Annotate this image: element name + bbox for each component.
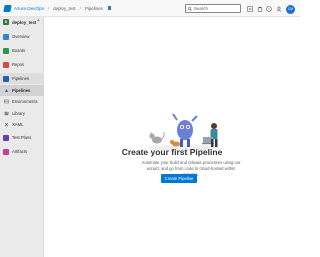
xaml-icon xyxy=(4,122,9,127)
create-pipeline-button[interactable]: Create Pipeline xyxy=(161,174,197,183)
breadcrumb-separator: / xyxy=(47,5,50,11)
test-plans-icon xyxy=(3,134,9,141)
sidebar-item-test-plans[interactable]: Test Plans xyxy=(0,132,44,143)
svg-text:?: ? xyxy=(268,7,270,11)
azure-devops-logo-icon[interactable] xyxy=(3,4,12,12)
sidebar-item-label: Test Plans xyxy=(12,135,32,140)
sidebar-item-label: Repos xyxy=(12,62,25,67)
sidebar-item-pipelines[interactable]: Pipelines xyxy=(0,73,44,84)
sidebar-item-label: XAML xyxy=(12,122,24,127)
sidebar-item-boards[interactable]: Boards xyxy=(0,45,44,56)
sidebar-subitem-pipelines[interactable]: Pipelines xyxy=(0,85,44,96)
library-icon xyxy=(4,111,9,116)
sidebar-item-label: Artifacts xyxy=(12,149,28,154)
sidebar-item-overview[interactable]: Overview xyxy=(0,31,44,42)
sidebar-item-label: Pipelines xyxy=(12,88,31,93)
search-icon xyxy=(188,6,192,11)
pipeline-illustration-icon xyxy=(148,113,220,151)
environments-icon xyxy=(4,99,9,104)
breadcrumb-separator: / xyxy=(79,5,81,11)
search-input[interactable]: Search xyxy=(185,4,241,13)
task-list-icon[interactable] xyxy=(247,5,253,12)
favorite-icon[interactable] xyxy=(107,6,112,10)
sidebar-item-artifacts[interactable]: Artifacts xyxy=(0,146,44,157)
user-settings-icon[interactable] xyxy=(276,6,282,12)
sidebar-item-repos[interactable]: Repos xyxy=(0,59,44,70)
artifacts-icon xyxy=(3,148,9,155)
add-icon[interactable]: + xyxy=(37,18,40,24)
project-badge: D xyxy=(3,19,9,25)
sidebar-subitem-environments[interactable]: Environments xyxy=(0,96,44,107)
breadcrumb-pipelines[interactable]: Pipelines xyxy=(85,6,103,11)
page-title: Create your first Pipeline xyxy=(121,147,223,157)
overview-icon xyxy=(3,33,9,40)
sidebar-item-label: Library xyxy=(12,111,25,116)
sidebar-item-label: Environments xyxy=(12,99,38,104)
sidebar-subitem-xaml[interactable]: XAML xyxy=(0,119,44,130)
pipelines-icon xyxy=(3,75,9,82)
marketplace-icon[interactable] xyxy=(257,6,263,12)
avatar[interactable]: CM xyxy=(286,4,295,14)
boards-icon xyxy=(3,47,9,54)
search-placeholder: Search xyxy=(194,6,208,11)
project-selector[interactable]: D deploy_test + xyxy=(0,17,44,27)
sidebar-item-label: Overview xyxy=(12,34,30,39)
project-name: deploy_test xyxy=(12,19,37,25)
sidebar-subitem-library[interactable]: Library xyxy=(0,108,44,119)
pipelines-sub-icon xyxy=(5,89,8,92)
help-icon[interactable]: ? xyxy=(266,5,272,12)
sidebar-item-label: Boards xyxy=(12,48,26,53)
sidebar-item-label: Pipelines xyxy=(12,76,29,81)
sidebar: D deploy_test + Overview Boards Repos Pi… xyxy=(0,17,44,257)
breadcrumb-project[interactable]: deploy_test xyxy=(53,6,75,11)
org-name[interactable]: Azure DevOps xyxy=(14,6,44,11)
top-bar: Azure DevOps / deploy_test / Pipelines xyxy=(0,0,300,17)
repos-icon xyxy=(3,61,9,68)
